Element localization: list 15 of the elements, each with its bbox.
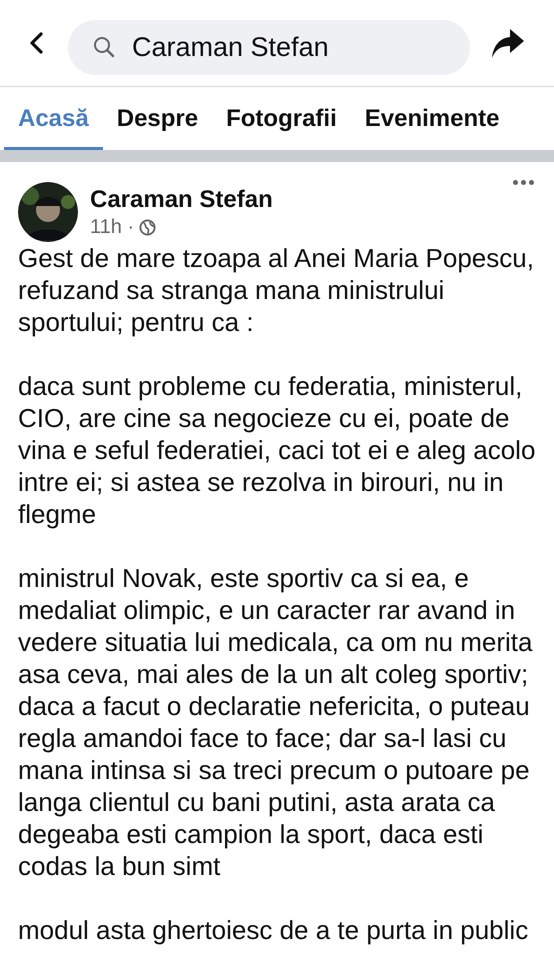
tab[interactable]: Fotografii xyxy=(212,87,351,150)
post-paragraph: ministrul Novak, este sportiv ca si ea, e medaliat olimpic, e un caracter rar avand in vedere situatia lui medicala, ca om nu merita asa ceva, mai ales de la un alt coleg sportiv; daca a facut o declaratie nefericita, o puteau regla amandoi face to face; dar sa-l lasi cu mana intinsa si sa treci precum o putoare pe langa clientul cu bani putini, asta arata ca degeaba esti campion la sport, daca esti codas la bun simt xyxy=(18,562,534,882)
search-icon xyxy=(92,35,116,59)
post-paragraph: Gest de mare tzoapa al Anei Maria Popescu, refuzand sa stranga mana ministrului sportului; pentru ca : xyxy=(18,242,535,338)
post-time: 11h · xyxy=(90,216,134,238)
post-paragraph: modul asta ghertoiesc de a te purta in public xyxy=(18,914,530,946)
back-icon xyxy=(28,31,44,55)
share-icon xyxy=(491,27,525,59)
post-paragraph: daca sunt probleme cu federatia, ministerul, CIO, are cine sa negocieze cu ei, poate de vina e seful federatiei, caci tot ei e aleg acolo intre ei; si astea se rezolva in birouri, nu in flegme xyxy=(18,370,536,530)
more-options-icon[interactable] xyxy=(513,180,534,185)
tab[interactable]: Evenimente xyxy=(350,87,514,150)
search-field[interactable]: Caraman Stefan xyxy=(68,20,470,74)
globe-icon xyxy=(139,218,156,236)
author-name[interactable]: Caraman Stefan xyxy=(90,186,273,214)
tab[interactable]: Despre xyxy=(102,87,212,150)
